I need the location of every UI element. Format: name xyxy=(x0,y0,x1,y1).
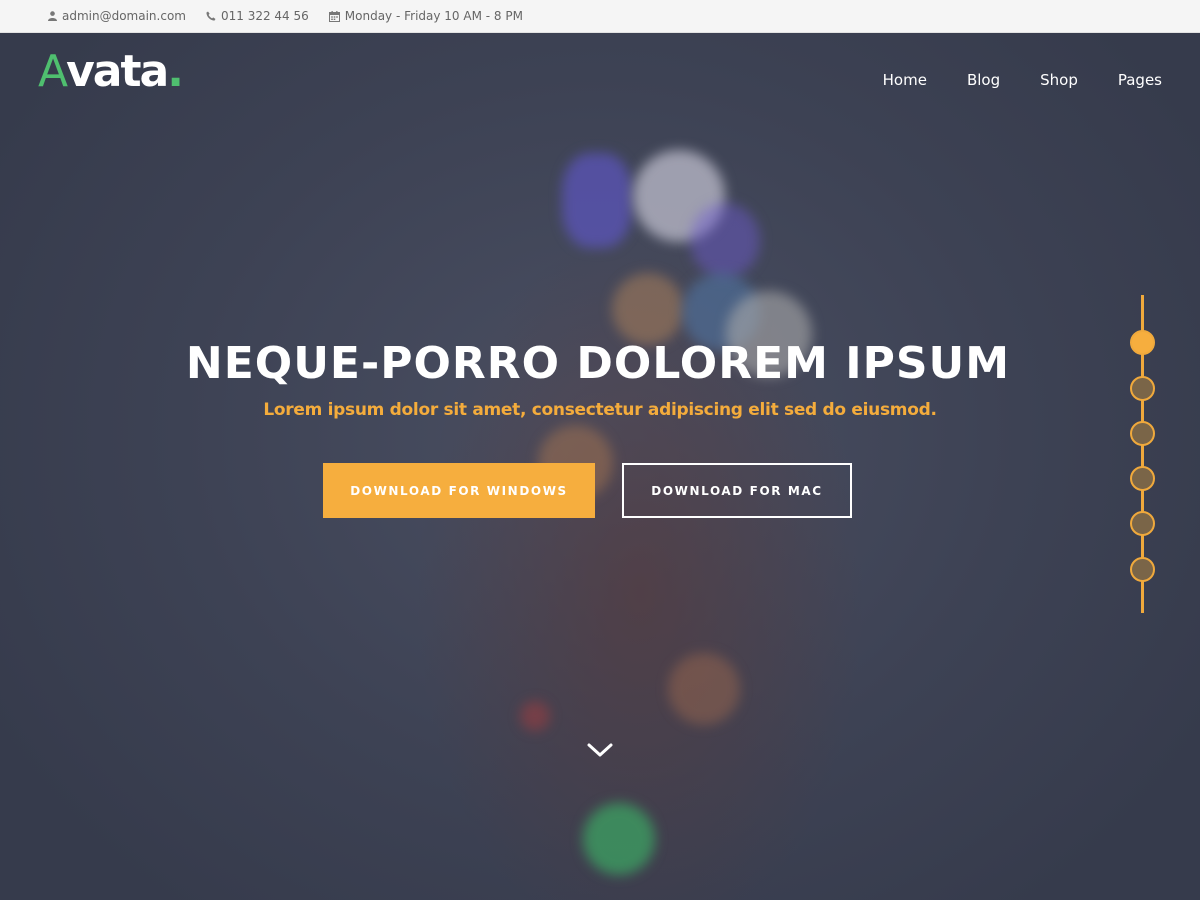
slide-dot-5[interactable] xyxy=(1130,511,1155,536)
slide-dot-3[interactable] xyxy=(1130,421,1155,446)
hero-subtitle: Lorem ipsum dolor sit amet, consectetur … xyxy=(263,400,937,420)
nav-item-shop[interactable]: Shop xyxy=(1040,71,1078,89)
bokeh-light xyxy=(612,273,684,345)
top-info-bar: admin@domain.com 011 322 44 56 Monday - … xyxy=(0,0,1200,33)
email-info[interactable]: admin@domain.com xyxy=(48,9,186,23)
site-logo[interactable]: Avata. xyxy=(38,50,184,94)
hours-info: Monday - Friday 10 AM - 8 PM xyxy=(328,9,523,23)
user-icon xyxy=(48,11,57,21)
hours-text: Monday - Friday 10 AM - 8 PM xyxy=(344,9,523,23)
main-nav: Home Blog Shop Pages xyxy=(843,71,1162,89)
bokeh-light xyxy=(690,203,760,278)
download-windows-label: DOWNLOAD FOR WINDOWS xyxy=(350,483,568,498)
download-mac-button[interactable]: DOWNLOAD FOR MAC xyxy=(622,463,852,518)
logo-dot: . xyxy=(167,46,184,97)
phone-icon xyxy=(206,11,216,21)
nav-item-pages[interactable]: Pages xyxy=(1118,71,1162,89)
slide-dot-1[interactable] xyxy=(1130,330,1155,355)
bokeh-light xyxy=(668,653,740,725)
nav-item-home[interactable]: Home xyxy=(883,71,927,89)
slide-pagination xyxy=(1129,295,1157,615)
calendar-icon xyxy=(328,10,340,22)
email-text: admin@domain.com xyxy=(62,9,186,23)
slide-dot-4[interactable] xyxy=(1130,466,1155,491)
logo-first-letter: A xyxy=(38,46,68,97)
bokeh-light xyxy=(520,701,550,731)
chevron-down-icon[interactable] xyxy=(586,741,614,759)
bokeh-light xyxy=(583,803,655,875)
slide-dot-6[interactable] xyxy=(1130,557,1155,582)
nav-item-blog[interactable]: Blog xyxy=(967,71,1000,89)
logo-text: vata xyxy=(66,46,169,97)
hero-title: NEQUE-PORRO DOLOREM IPSUM xyxy=(185,338,1011,389)
slide-dot-2[interactable] xyxy=(1130,376,1155,401)
download-windows-button[interactable]: DOWNLOAD FOR WINDOWS xyxy=(323,463,595,518)
phone-info[interactable]: 011 322 44 56 xyxy=(206,9,309,23)
hero-section: Avata. Home Blog Shop Pages NEQUE-PORRO … xyxy=(0,33,1200,900)
download-mac-label: DOWNLOAD FOR MAC xyxy=(651,483,823,498)
bokeh-light xyxy=(562,153,632,248)
phone-text: 011 322 44 56 xyxy=(220,9,309,23)
